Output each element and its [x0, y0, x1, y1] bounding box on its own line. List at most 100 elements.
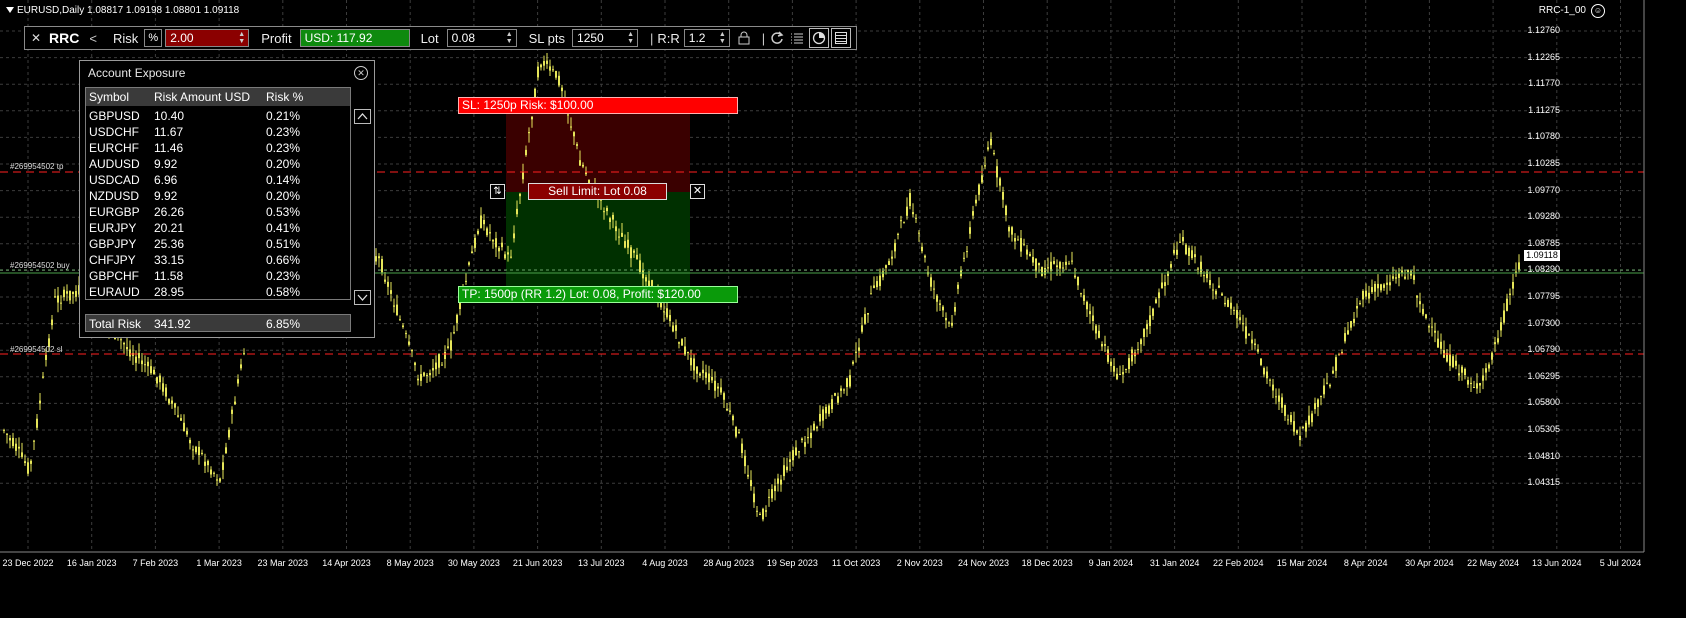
price-tick-label: 1.12760 [1527, 25, 1560, 35]
toolbar-close-button[interactable]: ✕ [29, 31, 43, 45]
candle-body [918, 232, 920, 234]
table-header: Symbol Risk Amount USD Risk % [86, 88, 350, 106]
candle-body [396, 304, 398, 316]
candle-body [1044, 268, 1046, 275]
table-row[interactable]: CHFJPY 33.15 0.66% [86, 252, 350, 268]
sl-input[interactable]: 1250 ▲ ▼ [572, 29, 639, 47]
risk-input[interactable]: 2.00 ▲ ▼ [165, 29, 250, 47]
lot-input[interactable]: 0.08 ▲ ▼ [446, 29, 517, 47]
candle-body [1020, 238, 1022, 252]
table-row[interactable]: USDCAD 6.96 0.14% [86, 172, 350, 188]
candle-body [555, 70, 557, 78]
header-risk-pct[interactable]: Risk % [266, 90, 303, 104]
candle-body [162, 383, 164, 392]
header-symbol[interactable]: Symbol [89, 90, 129, 104]
scroll-up-button[interactable] [354, 109, 371, 124]
take-profit-label[interactable]: TP: 1500p (RR 1.2) Lot: 0.08, Profit: $1… [458, 286, 738, 303]
risk-unit-toggle[interactable]: % [144, 29, 163, 47]
toolbar-collapse-button[interactable]: < [89, 31, 97, 46]
candle-body [942, 306, 944, 311]
candle-body [885, 265, 887, 268]
candle-body [1479, 383, 1481, 386]
candle-body [939, 303, 941, 305]
candle-body [1245, 326, 1247, 339]
candle-body [843, 389, 845, 391]
candle-body [1389, 282, 1391, 286]
candle-body [1473, 387, 1475, 389]
table-row[interactable]: AUDUSD 9.92 0.20% [86, 156, 350, 172]
rr-label: R:R [657, 30, 680, 46]
candle-body [981, 175, 983, 183]
stop-loss-label[interactable]: SL: 1250p Risk: $100.00 [458, 97, 738, 114]
candle-body [1014, 238, 1016, 242]
candle-body [57, 295, 59, 303]
spin-arrows-icon[interactable]: ▲ ▼ [627, 31, 634, 45]
table-row[interactable]: NZDUSD 9.92 0.20% [86, 188, 350, 204]
candle-body [1503, 310, 1505, 323]
candle-body [1188, 247, 1190, 256]
table-icon[interactable] [831, 28, 852, 48]
candle-body [573, 132, 575, 137]
list-icon[interactable] [789, 30, 805, 46]
table-row[interactable]: EURGBP 26.26 0.53% [86, 204, 350, 220]
profit-label: Profit [261, 30, 292, 46]
candle-body [1461, 366, 1463, 373]
candle-body [627, 239, 629, 248]
header-risk-amount[interactable]: Risk Amount USD [154, 90, 250, 104]
pie-chart-icon[interactable] [809, 28, 830, 48]
date-tick-label: 31 Jan 2024 [1149, 558, 1200, 568]
candle-body [642, 269, 644, 279]
candle-body [444, 351, 446, 360]
candle-body [714, 380, 716, 391]
table-row[interactable]: EURCHF 11.46 0.23% [86, 140, 350, 156]
table-row[interactable]: GBPCHF 11.58 0.23% [86, 268, 350, 284]
table-row[interactable]: GBPUSD 10.40 0.21% [86, 108, 350, 124]
candle-body [135, 356, 137, 363]
table-row[interactable]: EURAUD 28.95 0.58% [86, 284, 350, 300]
spin-arrows-icon[interactable]: ▲ ▼ [506, 31, 513, 45]
candle-body [1425, 314, 1427, 319]
candle-body [681, 339, 683, 346]
candle-body [624, 241, 626, 248]
order-close-button[interactable]: ✕ [690, 184, 705, 199]
row-risk-amount: 25.36 [154, 237, 185, 251]
candle-body [408, 341, 410, 345]
row-risk-pct: 0.23% [266, 125, 301, 139]
candle-body [849, 375, 851, 387]
refresh-icon[interactable] [769, 30, 785, 46]
candle-body [1422, 308, 1424, 315]
candle-body [861, 325, 863, 332]
candle-body [1455, 360, 1457, 366]
rr-input[interactable]: 1.2 ▲ ▼ [683, 29, 730, 47]
candle-body [417, 378, 419, 381]
table-row[interactable]: EURJPY 20.21 0.41% [86, 220, 350, 236]
candle-body [1260, 358, 1262, 365]
sell-limit-label[interactable]: Sell Limit: Lot 0.08 [528, 183, 667, 200]
close-icon[interactable]: ✕ [354, 66, 368, 80]
candle-body [741, 443, 743, 453]
drag-handle-icon[interactable]: ⇅ [490, 184, 505, 199]
table-row[interactable]: USDCHF 11.67 0.23% [86, 124, 350, 140]
row-risk-amount: 20.21 [154, 221, 185, 235]
panel-title: Account Exposure [88, 66, 186, 80]
candle-body [441, 364, 443, 366]
scroll-down-button[interactable] [354, 290, 371, 305]
toolbar-separator: | [761, 30, 766, 46]
candle-body [546, 60, 548, 64]
price-tick-label: 1.04315 [1527, 477, 1560, 488]
lock-icon[interactable] [736, 30, 752, 46]
candle-body [501, 242, 503, 248]
chart-menu-icon[interactable] [6, 7, 14, 14]
candle-body [165, 387, 167, 397]
candle-body [1278, 395, 1280, 402]
date-tick-label: 16 Jan 2023 [66, 558, 117, 568]
spin-arrows-icon[interactable]: ▲ ▼ [238, 31, 245, 45]
spin-arrows-icon[interactable]: ▲ ▼ [719, 31, 726, 45]
candle-body [33, 440, 35, 442]
candle-body [1185, 244, 1187, 255]
total-label: Total Risk [89, 317, 142, 331]
table-row[interactable]: GBPJPY 25.36 0.51% [86, 236, 350, 252]
candle-body [780, 479, 782, 485]
candle-body [915, 217, 917, 219]
candle-body [933, 288, 935, 290]
